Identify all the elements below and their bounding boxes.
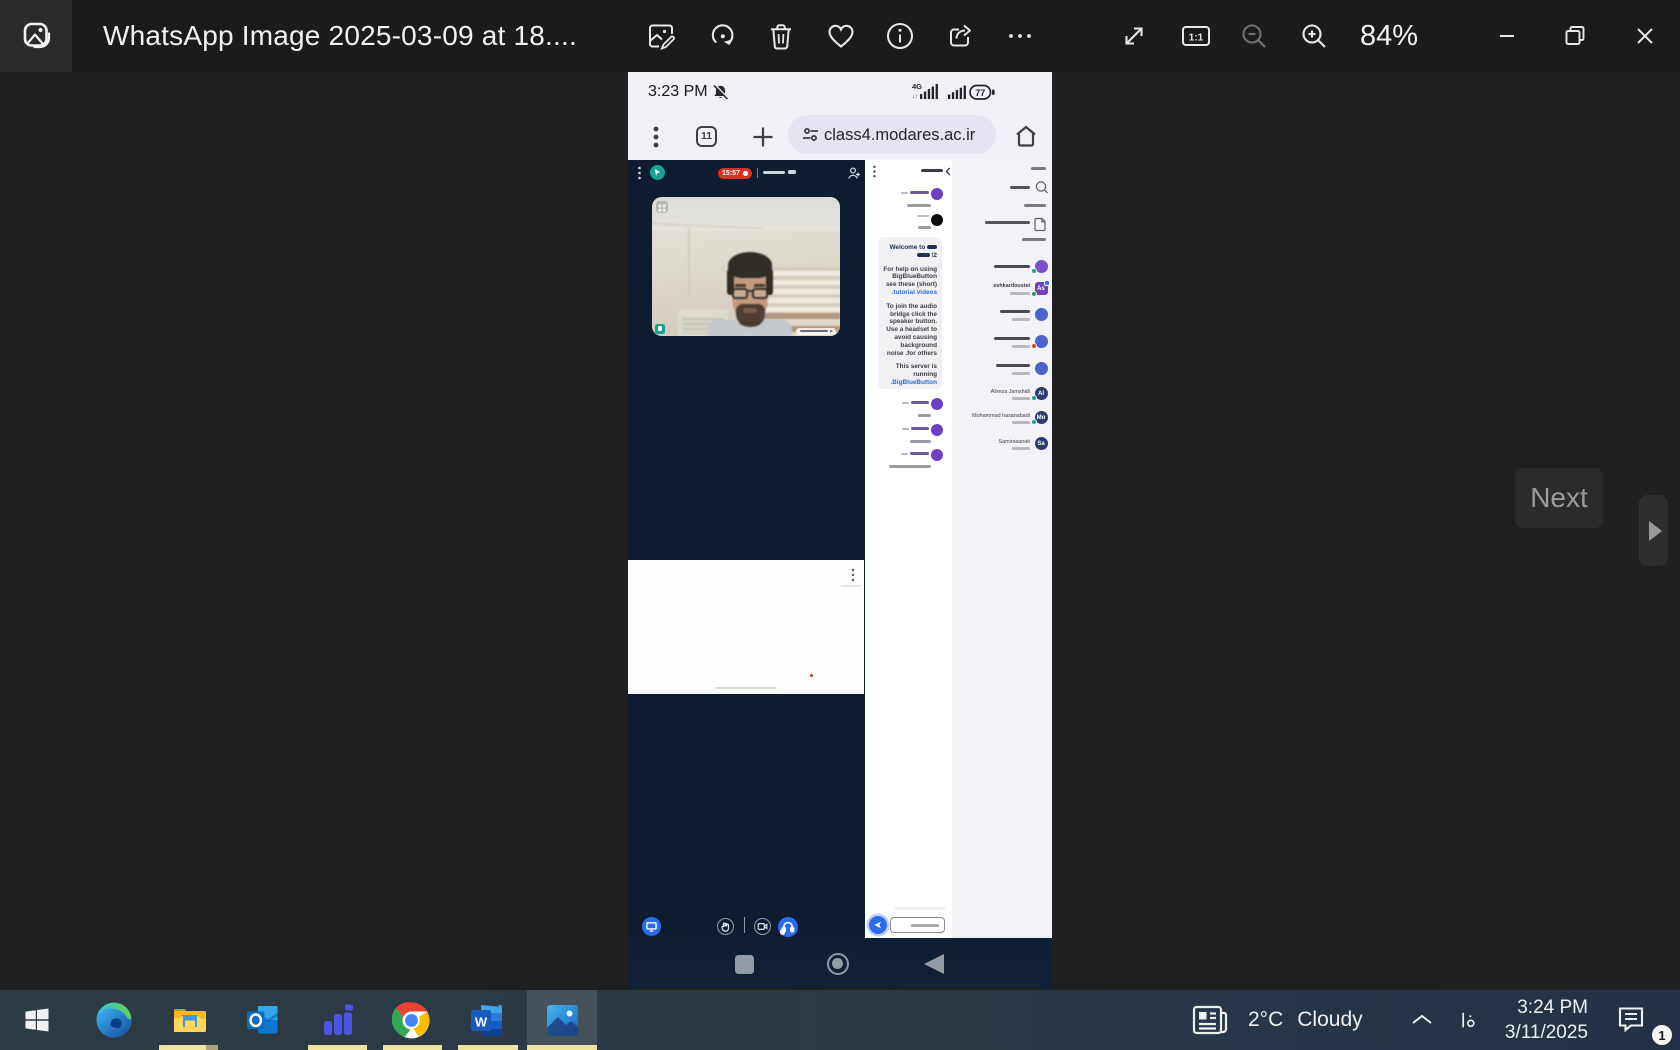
svg-text:↓↑: ↓↑ [912, 94, 918, 100]
svg-text:4G: 4G [912, 82, 922, 91]
svg-text:1:1: 1:1 [1189, 33, 1204, 44]
svg-text:77: 77 [975, 88, 985, 98]
svg-text:W: W [475, 1014, 488, 1029]
